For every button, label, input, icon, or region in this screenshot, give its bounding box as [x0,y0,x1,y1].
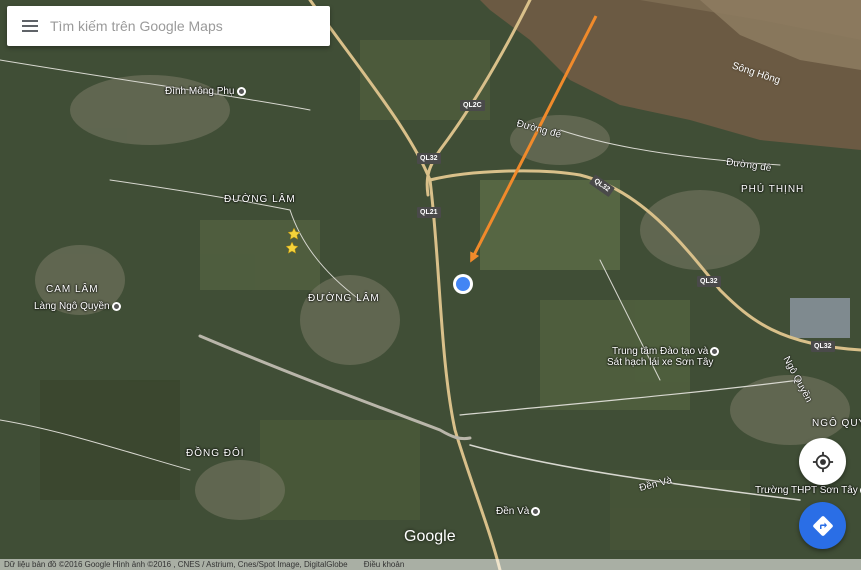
place-label-trung-tam[interactable]: Trung tâm Đào tạo và [612,346,720,357]
place-label-den-va[interactable]: Đền Và [496,506,541,517]
area-label-cam-lam: CAM LÂM [46,284,99,295]
highway-shield: QL32 [417,153,441,164]
area-label-dong-doi: ĐỒNG ĐÔI [186,448,245,459]
place-label-trung-tam-line2[interactable]: Sát hạch lái xe Sơn Tây [607,357,713,368]
area-label-phu-thinh: PHÚ THỊNH [741,184,805,195]
terms-link[interactable]: Điều khoản [364,560,404,569]
poi-icon [111,301,121,311]
factory-area [790,298,850,338]
area-label-duong-lam: ĐƯỜNG LÂM [224,194,296,205]
highway-shield: QL32 [697,276,721,287]
directions-button[interactable] [799,502,846,549]
my-location-icon [812,451,833,472]
highway-shield: QL2C [460,100,485,111]
area-label-ngo-quy: NGÔ QUY [812,418,861,429]
place-label-dinh-mong-phu[interactable]: Đình Mông Phụ [165,86,246,97]
search-input[interactable] [50,11,330,41]
satellite-map[interactable] [0,0,861,570]
area-label-duong-lam: ĐƯỜNG LÂM [308,293,380,304]
attribution-bar: Dữ liệu bản đồ ©2016 Google Hình ảnh ©20… [0,559,861,570]
place-label-lang-ngo-quyen[interactable]: Làng Ngô Quyền [34,301,121,312]
directions-icon [812,515,833,536]
current-location-dot[interactable] [453,274,473,294]
poi-icon [531,506,541,516]
my-location-button[interactable] [799,438,846,485]
google-logo: Google [404,528,456,545]
search-box[interactable] [7,6,330,46]
poi-icon [236,86,246,96]
highway-shield: QL21 [417,207,441,218]
place-label-truong-thpt[interactable]: Trường THPT Sơn Tây [755,485,861,496]
menu-icon[interactable] [22,20,38,32]
highway-shield: QL32 [811,341,835,352]
poi-icon [710,346,720,356]
map-data-attribution: Dữ liệu bản đồ ©2016 Google Hình ảnh ©20… [4,560,348,569]
